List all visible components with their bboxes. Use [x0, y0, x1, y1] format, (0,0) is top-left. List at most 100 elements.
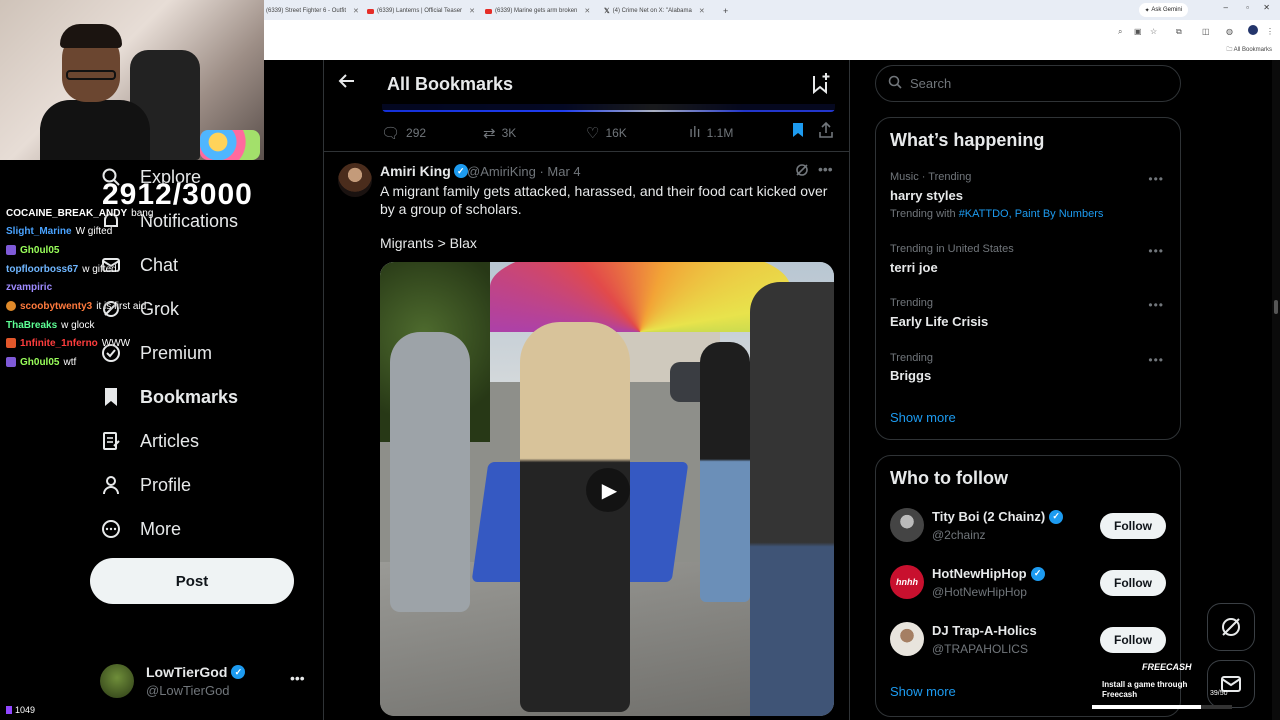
more-icon[interactable]: ••• — [1148, 172, 1164, 186]
person-icon — [100, 474, 122, 496]
sidebar-item-label: More — [140, 518, 182, 539]
share-icon[interactable] — [819, 121, 833, 142]
sidebar-item-profile[interactable]: Profile — [100, 468, 191, 502]
viewer-count: 1049 — [6, 705, 35, 715]
minimize-button[interactable]: – — [1224, 3, 1228, 12]
ask-gemini-button[interactable]: ✦ Ask Gemini — [1138, 3, 1188, 17]
sidebar-item-label: Bookmarks — [140, 386, 239, 407]
account-handle: @LowTierGod — [146, 683, 230, 698]
follow-suggestion-name[interactable]: HotNewHipHop ✓ — [932, 566, 1045, 581]
tweet-text: Migrants > Blax — [380, 235, 477, 251]
scrollbar[interactable] — [1272, 60, 1280, 720]
scrollbar-thumb[interactable] — [1274, 300, 1278, 314]
show-more-link[interactable]: Show more — [890, 410, 956, 425]
sidebar-icon[interactable]: ◫ — [1202, 27, 1210, 36]
verified-icon: ✓ — [231, 665, 246, 679]
trend-item[interactable]: terri joe — [890, 260, 938, 275]
views-button[interactable]: ılı 1.1M — [689, 124, 733, 141]
reply-icon: 🗨 — [381, 125, 401, 142]
bookmark-icon[interactable] — [791, 122, 805, 143]
verified-icon: ✓ — [1049, 509, 1064, 524]
menu-icon[interactable]: ⋮ — [1266, 27, 1274, 36]
browser-tab[interactable]: (6339) Street Fighter 6 - Outfit ✕ — [266, 4, 361, 18]
more-icon[interactable]: ••• — [1148, 244, 1164, 258]
star-icon[interactable]: ☆ — [1150, 27, 1157, 36]
avatar — [100, 664, 134, 698]
tweet-date[interactable]: Mar 4 — [547, 164, 580, 179]
avatar[interactable]: hnhh — [890, 565, 924, 599]
browser-tab[interactable]: 𝕏 (4) Crime Net on X: "Alabama ✕ — [604, 4, 722, 18]
close-window-button[interactable]: ✕ — [1263, 3, 1270, 12]
panel-title: Who to follow — [890, 468, 1008, 488]
more-icon[interactable]: ••• — [1148, 353, 1164, 367]
extensions-icon[interactable]: ⧉ — [1176, 27, 1182, 37]
youtube-icon — [485, 8, 492, 14]
new-tab-button[interactable]: + — [723, 4, 728, 18]
avatar[interactable] — [890, 508, 924, 542]
sidebar-item-more[interactable]: More — [100, 512, 181, 546]
show-more-link[interactable]: Show more — [890, 684, 956, 699]
chat-line: ThaBreaks w glock — [6, 319, 95, 331]
trend-item[interactable]: Early Life Crisis — [890, 314, 988, 329]
close-icon[interactable]: ✕ — [469, 7, 475, 15]
avatar[interactable] — [1248, 25, 1258, 35]
back-button[interactable] — [338, 72, 356, 96]
repost-button[interactable]: ⇄ 3K — [483, 124, 516, 142]
sidebar-item-label: Chat — [140, 254, 179, 275]
grok-icon[interactable] — [795, 163, 809, 180]
reply-button[interactable]: 🗨 292 — [381, 124, 426, 142]
freecash-text: Install a game through Freecash — [1102, 680, 1188, 699]
freecash-progress-fill — [1092, 705, 1202, 709]
whats-happening-panel: What’s happening Music · Trending harry … — [875, 117, 1181, 440]
like-button[interactable]: ♡ 16K — [586, 124, 627, 142]
follow-button[interactable]: Follow — [1100, 513, 1166, 539]
maximize-button[interactable]: ▫ — [1246, 3, 1249, 12]
tweet-meta: @AmiriKing · Mar 4 — [467, 164, 581, 179]
streamer-glasses — [66, 70, 116, 80]
profile-icon[interactable]: ◍ — [1226, 27, 1233, 36]
avatar[interactable] — [890, 622, 924, 656]
browser-tab[interactable]: (6339) Marine gets arm broken ✕ — [485, 4, 603, 18]
post-button[interactable]: Post — [90, 558, 294, 604]
repost-icon: ⇄ — [483, 125, 496, 142]
search-icon — [888, 75, 902, 92]
more-icon[interactable]: ••• — [290, 670, 305, 686]
close-icon[interactable]: ✕ — [353, 7, 359, 15]
close-icon[interactable]: ✕ — [584, 7, 590, 15]
grok-floating-button[interactable] — [1207, 603, 1255, 651]
bookmark-folder-add-icon[interactable] — [811, 72, 831, 100]
sub-badge-icon — [6, 357, 16, 367]
tweet-video[interactable]: ▶ — [380, 262, 834, 716]
colorful-pad — [200, 130, 260, 160]
more-icon[interactable]: ••• — [818, 161, 833, 177]
sidebar-item-articles[interactable]: Articles — [100, 424, 199, 458]
viewer-icon — [6, 706, 12, 714]
freecash-logo: FREECASH — [1142, 662, 1192, 672]
sidebar-item-label: Premium — [140, 342, 213, 363]
cast-icon[interactable]: ▣ — [1134, 27, 1142, 36]
close-icon[interactable]: ✕ — [699, 7, 705, 15]
more-icon[interactable]: ••• — [1148, 298, 1164, 312]
zoom-icon[interactable]: ⌕ — [1118, 27, 1122, 37]
trend-item[interactable]: harry styles — [890, 188, 963, 203]
follow-button[interactable]: Follow — [1100, 570, 1166, 596]
follow-suggestion-name[interactable]: Tity Boi (2 Chainz) ✓ — [932, 509, 1064, 524]
account-switcher[interactable]: LowTierGod ✓ @LowTierGod ••• — [100, 660, 310, 704]
sparkle-icon: ✦ — [1144, 7, 1152, 14]
chat-line: COCAINE_BREAK_ANDY bang — [6, 207, 154, 219]
play-button[interactable]: ▶ — [586, 468, 630, 512]
trend-tags[interactable]: #KATTDO, Paint By Numbers — [959, 208, 1104, 220]
follow-suggestion-name[interactable]: DJ Trap-A-Holics — [932, 623, 1037, 638]
follow-button[interactable]: Follow — [1100, 627, 1166, 653]
freecash-overlay: FREECASH Install a game through Freecash… — [1092, 660, 1244, 712]
trend-item[interactable]: Briggs — [890, 368, 931, 383]
bookmarks-header: All Bookmarks — [324, 60, 849, 110]
sidebar-item-bookmarks[interactable]: Bookmarks — [100, 380, 238, 414]
browser-tab[interactable]: (6339) Lanterns | Official Teaser ✕ — [367, 4, 479, 18]
avatar[interactable] — [338, 163, 372, 197]
address-bar[interactable] — [264, 22, 1280, 42]
all-bookmarks-folder[interactable]: 🗀 All Bookmarks — [1226, 45, 1272, 55]
umbrella — [490, 262, 790, 332]
search-input[interactable]: Search — [875, 65, 1181, 102]
tweet-author-name[interactable]: Amiri King ✓ — [380, 163, 468, 179]
